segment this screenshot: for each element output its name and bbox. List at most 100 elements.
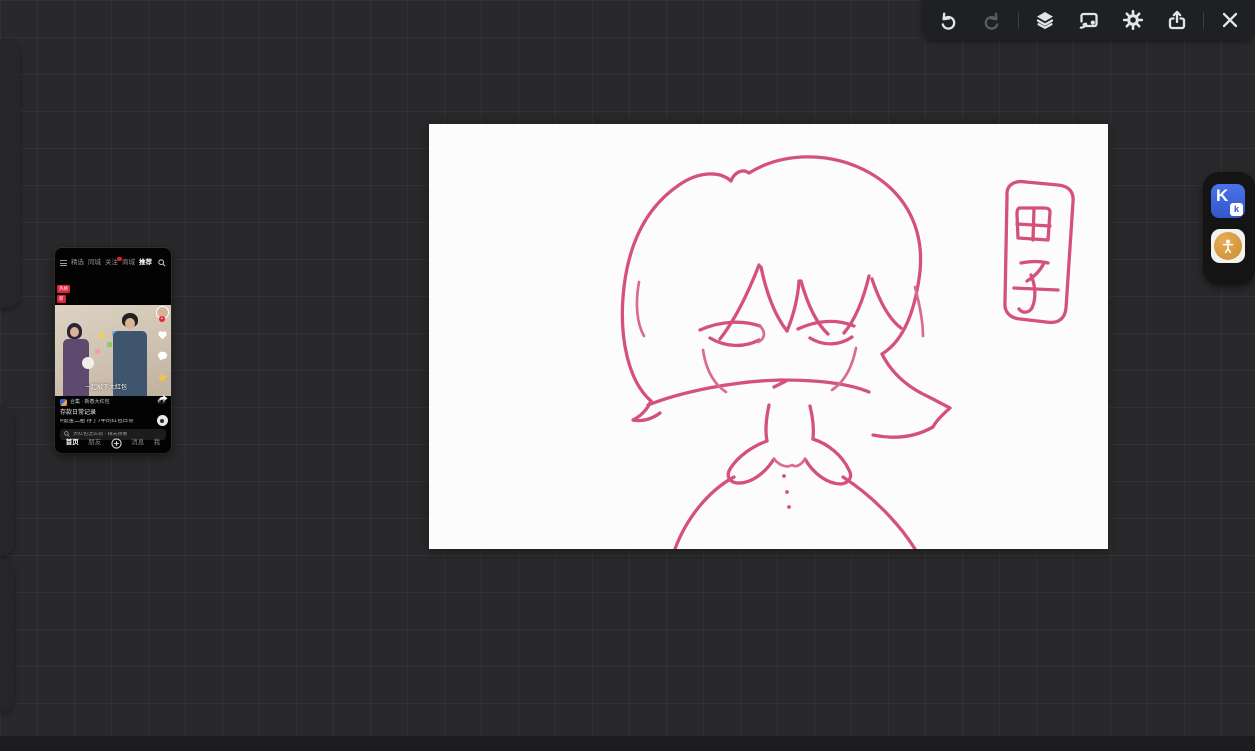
bottom-edge-bar — [0, 736, 1255, 751]
search-icon — [158, 259, 166, 267]
ref-video-caption: 一起敲下大红包 — [84, 385, 127, 391]
sketch-char-zi-stroke — [1012, 286, 1060, 292]
kleki-letter: K — [1216, 186, 1229, 205]
follow-plus-badge: + — [159, 316, 165, 322]
undo-button[interactable] — [928, 7, 968, 33]
hot-badge: 热榜 — [57, 285, 70, 293]
ref-nav-friends: 朋友 — [88, 439, 102, 447]
undo-icon — [941, 12, 955, 30]
add-image-button[interactable] — [1069, 7, 1109, 33]
ref-tab-active: 推荐 — [139, 258, 152, 266]
sketch-neck-right — [808, 404, 816, 441]
top-toolbar — [922, 0, 1255, 40]
ref-tab: 精选 — [71, 258, 84, 266]
ref-caption-hashtags: #氪金二胎 存了7年的红包日常 — [60, 419, 134, 424]
sketch-eye-right-lash — [808, 335, 854, 346]
sketch-bang — [870, 277, 903, 330]
kleki-paint-app: { "colors": { "background": "#29292b", "… — [0, 0, 1255, 751]
sketch-bang — [785, 279, 801, 333]
ref-plus-button-icon — [111, 438, 122, 449]
ref-tab: 同城 — [88, 258, 101, 266]
tool-eraser[interactable] — [0, 222, 1, 248]
toolbar-divider — [1202, 11, 1204, 29]
redo-button[interactable] — [972, 7, 1012, 33]
ref-tab: 关注 — [105, 256, 122, 267]
sketch-eye-left-lash — [708, 336, 761, 348]
ref-bottom-nav: 首页 朋友 消息 我 — [55, 437, 171, 450]
new-badge: 新 — [57, 295, 66, 303]
left-toolbar — [0, 40, 20, 308]
ref-search-text: 大红包怎么领 · 相关搜索 — [73, 431, 128, 437]
kleki-letter-badge: k — [1230, 203, 1243, 216]
ref-bouquet — [82, 357, 94, 369]
ref-person-woman-face — [70, 327, 79, 337]
sketch-label-box — [1003, 179, 1075, 325]
sticky-note — [95, 349, 100, 354]
ref-top-nav: 精选 同城 关注 商城 推荐 — [60, 256, 166, 269]
close-icon — [1222, 12, 1237, 28]
accessibility-circle — [1214, 232, 1242, 260]
sketch-artwork — [620, 155, 1075, 551]
layers-button[interactable] — [1025, 7, 1065, 33]
tool-layers-panel[interactable] — [0, 266, 1, 292]
drawing-canvas[interactable] — [429, 124, 1108, 551]
ref-nav-me: 我 — [153, 439, 161, 447]
ref-person-man-face — [125, 318, 135, 329]
brush-opacity-slider[interactable] — [0, 560, 14, 712]
sketch-collar-center — [772, 457, 807, 468]
ref-video-frame: 一起敲下大红包 — [55, 305, 171, 396]
favorite-star-icon — [157, 372, 167, 382]
ref-caption-block: 合集 · 新春大红包 更多 存款日常记录 #氪金二胎 存了7年的红包日常 大红包… — [60, 399, 166, 440]
sketch-mouth — [772, 379, 788, 389]
sticky-note — [99, 333, 104, 338]
sketch-button-dot — [785, 490, 789, 494]
ref-tag-row: 合集 · 新春大红包 更多 — [60, 399, 166, 406]
ref-nav-messages: 消息 — [131, 439, 145, 447]
toolbar-divider — [1017, 11, 1019, 29]
tool-color-swatch[interactable] — [0, 180, 1, 206]
tool-brush-selected[interactable] — [0, 54, 1, 80]
sketch-hair-left-flick — [631, 399, 662, 423]
tool-pen[interactable] — [0, 90, 1, 116]
ref-nav-home: 首页 — [65, 439, 79, 447]
redo-icon — [984, 12, 998, 30]
sketch-bang — [718, 263, 761, 341]
kleki-app-icon[interactable]: K k — [1211, 184, 1245, 218]
sketch-hair-right-flick — [871, 352, 952, 439]
sketch-eye-right-lid — [796, 319, 856, 331]
add-image-icon — [1079, 12, 1098, 29]
floating-apps-dock: K k — [1203, 172, 1255, 285]
sketch-hair-inner-left — [635, 280, 646, 338]
sketch-neck-left — [764, 403, 771, 443]
collection-tag-label: 合集 · 新春大红包 — [70, 399, 110, 405]
share-export-icon — [1168, 10, 1185, 30]
tool-marker[interactable] — [0, 134, 1, 160]
sketch-button-dot — [787, 505, 791, 509]
settings-button[interactable] — [1113, 7, 1153, 33]
sketch-char-zi-stroke — [1025, 261, 1046, 283]
notification-dot — [117, 256, 122, 261]
reference-image-panel[interactable]: 精选 同城 关注 商城 推荐 热榜 新 一起敲下大红包 + 合集 · 新春大红包… — [55, 248, 171, 453]
close-button[interactable] — [1210, 7, 1250, 33]
ref-tab: 商城 — [122, 258, 135, 266]
menu-icon — [60, 260, 67, 266]
export-button[interactable] — [1157, 7, 1197, 33]
like-heart-icon — [157, 331, 167, 340]
collection-tag-icon — [60, 399, 67, 406]
sketch-hair-bottom — [646, 378, 871, 407]
sketch-button-dot — [782, 474, 786, 478]
more-label: 更多 — [157, 399, 166, 405]
sketch-shoulder-right — [841, 475, 917, 551]
sketch-hair-outline — [620, 155, 923, 403]
brush-size-slider[interactable] — [0, 406, 14, 556]
sketch-shoulder-left — [673, 475, 736, 551]
sketch-char-tian-stroke — [1031, 206, 1036, 242]
sticky-note — [107, 342, 112, 347]
person-icon — [1222, 239, 1234, 254]
comment-icon — [157, 351, 167, 361]
assistive-touch-icon[interactable] — [1211, 229, 1245, 263]
sketch-bang — [759, 265, 789, 333]
layers-icon — [1036, 12, 1053, 29]
sketch-bang — [913, 285, 925, 338]
gear-icon — [1122, 9, 1143, 31]
